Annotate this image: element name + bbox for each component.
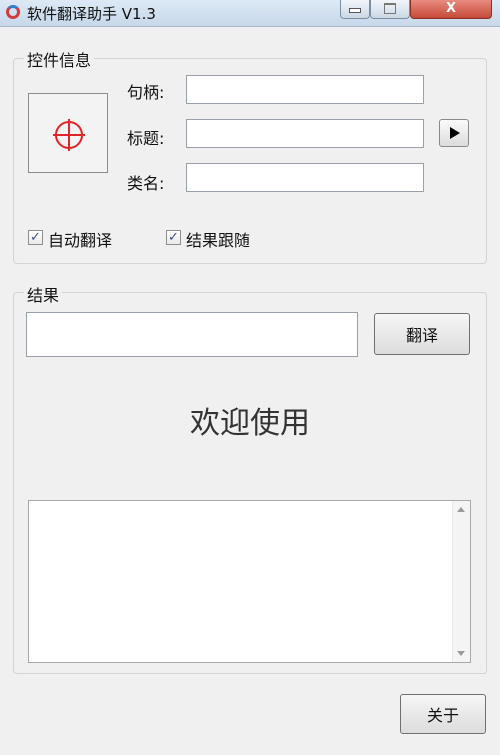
title-field[interactable] [186, 119, 424, 148]
close-icon: X [445, 1, 457, 16]
close-button[interactable]: X [410, 0, 492, 19]
follow-result-label[interactable]: 结果跟随 [186, 227, 250, 251]
translate-button[interactable]: 翻译 [374, 313, 470, 355]
class-name-field[interactable] [186, 163, 424, 192]
maximize-icon [384, 3, 396, 14]
app-icon [6, 5, 20, 19]
welcome-text: 欢迎使用 [190, 406, 310, 441]
handle-label: 句柄: [127, 83, 165, 102]
checkmark-icon: ✓ [168, 230, 179, 245]
scroll-up-icon[interactable] [457, 507, 465, 512]
window-title: 软件翻译助手 V1.3 [27, 5, 156, 23]
target-finder[interactable] [28, 93, 108, 173]
about-button[interactable]: 关于 [400, 694, 486, 734]
maximize-button[interactable] [370, 0, 410, 19]
auto-translate-label[interactable]: 自动翻译 [48, 227, 112, 251]
result-output-area[interactable] [28, 500, 471, 663]
minimize-icon [349, 8, 361, 13]
crosshair-target-icon [53, 119, 85, 151]
scroll-down-icon[interactable] [457, 651, 465, 656]
auto-translate-checkbox[interactable]: ✓ [28, 230, 43, 245]
minimize-button[interactable] [340, 0, 370, 19]
result-group-label: 结果 [24, 282, 63, 306]
handle-field[interactable] [186, 75, 424, 104]
title-label: 标题: [127, 129, 165, 148]
vertical-scrollbar[interactable] [452, 501, 470, 662]
class-label: 类名: [127, 174, 165, 193]
play-triangle-icon [450, 127, 460, 139]
control-info-group-label: 控件信息 [24, 47, 95, 71]
result-input[interactable] [26, 312, 358, 357]
play-button[interactable] [439, 119, 469, 147]
title-bar[interactable]: 软件翻译助手 V1.3 X [0, 0, 500, 27]
follow-result-checkbox[interactable]: ✓ [166, 230, 181, 245]
checkmark-icon: ✓ [30, 230, 41, 245]
